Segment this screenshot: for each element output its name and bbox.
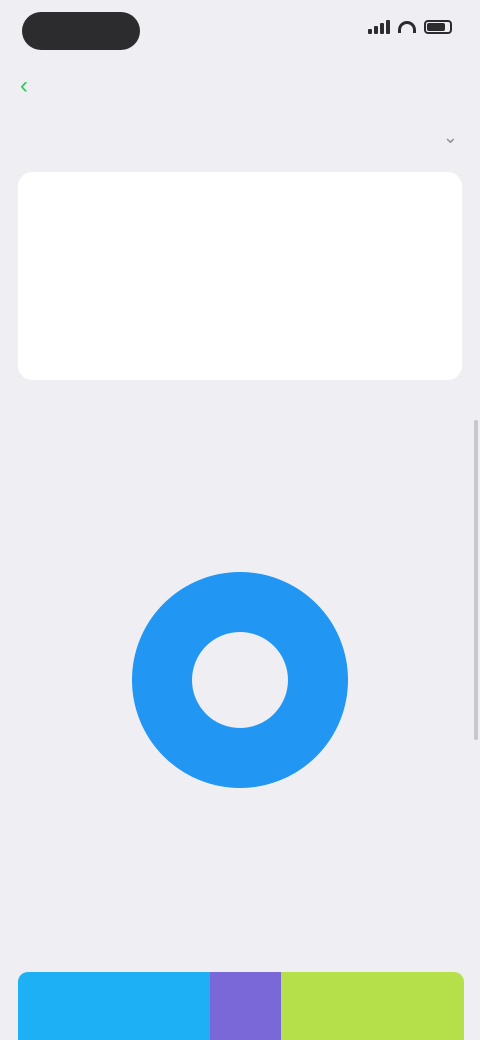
metric-4: [254, 314, 434, 320]
info-card: [18, 172, 462, 380]
donut-chart: [120, 560, 360, 800]
back-button[interactable]: ‹: [20, 72, 30, 100]
status-icons: [368, 20, 452, 34]
navigation-bar: ‹: [0, 60, 480, 112]
bar-segment-0: [18, 972, 210, 1040]
metric-2: [254, 244, 434, 250]
cellular-signal-icon: [368, 20, 390, 34]
chevron-down-icon: ⌄: [442, 126, 458, 147]
wifi-icon: [398, 21, 416, 33]
metric-1: [42, 244, 222, 250]
battery-icon: [424, 20, 452, 34]
screen: ‹ ⌄: [0, 0, 480, 1040]
bar-segment-1: [209, 972, 282, 1040]
stacked-bar: [18, 972, 464, 1040]
column-labels: [0, 940, 480, 960]
section-header[interactable]: ⌄: [22, 120, 458, 154]
chevron-left-icon: ‹: [20, 72, 28, 99]
status-time-pill: [22, 12, 140, 50]
bar-segment-2: [281, 972, 464, 1040]
donut-center-label: [120, 560, 360, 800]
metric-3: [42, 314, 222, 320]
scroll-indicator[interactable]: [474, 420, 478, 740]
